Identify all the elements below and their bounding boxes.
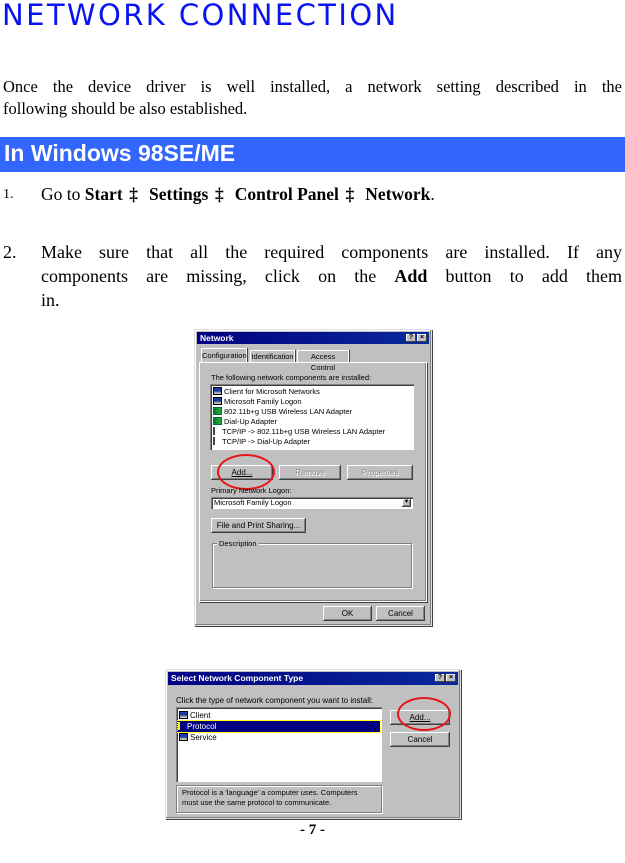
list-item[interactable]: Service [179,732,217,743]
arrow-icon: ‡ [129,184,139,204]
protocol-icon [213,427,220,435]
component-prompt: Click the type of network component you … [176,696,373,705]
list-item[interactable]: Dial-Up Adapter [213,417,277,427]
tab-identification[interactable]: Identification [250,350,295,362]
step-text: Go to [41,184,85,204]
path-network: Network [365,184,431,204]
component-type-list[interactable]: Client Protocol Service [176,707,382,782]
chevron-down-icon[interactable]: ▼ [402,499,411,507]
list-item[interactable]: TCP/IP -> Dial-Up Adapter [213,437,310,447]
help-icon[interactable]: ? [406,334,416,342]
arrow-icon: ‡ [345,184,355,204]
dialog-title: Network [200,333,234,343]
list-item[interactable]: TCP/IP -> 802.11b+g USB Wireless LAN Ada… [213,427,385,437]
description-box: Protocol is a 'language' a computer uses… [176,785,382,813]
highlight-ellipse [397,697,451,731]
intro-text-line2: following should be also established. [3,99,248,118]
list-item[interactable]: Client for Microsoft Networks [213,387,320,397]
select-component-type-dialog: Select Network Component Type ? × Click … [165,669,461,819]
client-icon [213,387,222,395]
protocol-icon [213,437,220,445]
arrow-icon: ‡ [214,184,224,204]
intro-text-line1: Once the device driver is well installed… [3,77,622,96]
path-control-panel: Control Panel [234,184,339,204]
adapter-icon [213,417,222,425]
primary-logon-label: Primary Network Logon: [211,486,292,495]
client-icon [213,397,222,405]
cancel-button[interactable]: Cancel [376,606,425,621]
components-list[interactable]: Client for Microsoft Networks Microsoft … [210,384,414,450]
network-dialog: Network ? × Configuration Identification… [194,329,432,626]
adapter-icon [213,407,222,415]
tab-access-control[interactable]: Access Control [297,350,349,372]
help-icon[interactable]: ? [435,674,445,682]
dialog-title: Select Network Component Type [171,673,304,683]
step-text-line2: components are missing, click on the Add… [41,266,623,286]
path-start: Start [84,184,123,204]
path-settings: Settings [149,184,209,204]
highlight-ellipse [217,454,275,490]
step-number: 2. [3,242,17,262]
close-icon[interactable]: × [446,674,456,682]
properties-button[interactable]: Properties [347,465,413,480]
remove-button[interactable]: Remove [279,465,341,480]
components-label: The following network components are ins… [211,373,372,382]
close-icon[interactable]: × [417,334,427,342]
file-print-sharing-button[interactable]: File and Print Sharing... [211,518,306,533]
description-label: Description [217,539,259,548]
primary-logon-select[interactable]: Microsoft Family Logon ▼ [211,497,413,509]
service-icon [179,733,188,741]
dialog-titlebar: Select Network Component Type ? × [168,672,458,685]
step-text-line1: Make sure that all the required componen… [41,242,622,262]
description-group [212,543,412,588]
list-item[interactable]: 802.11b+g USB Wireless LAN Adapter [213,407,352,417]
cancel-button[interactable]: Cancel [390,732,450,747]
page-title: NETWORK CONNECTION [2,0,399,32]
tab-configuration[interactable]: Configuration [201,348,247,362]
step-number: 1. [3,187,14,202]
ok-button[interactable]: OK [323,606,372,621]
client-icon [179,711,188,719]
list-item[interactable]: Microsoft Family Logon [213,397,302,407]
section-title: In Windows 98SE/ME [4,140,236,166]
list-item[interactable]: Client [179,710,210,721]
page-number: - 7 - [300,822,325,838]
dialog-titlebar: Network ? × [197,332,429,344]
step-text-line3: in. [41,290,60,310]
list-item-selected[interactable]: Protocol [177,720,381,733]
protocol-icon [178,722,185,730]
